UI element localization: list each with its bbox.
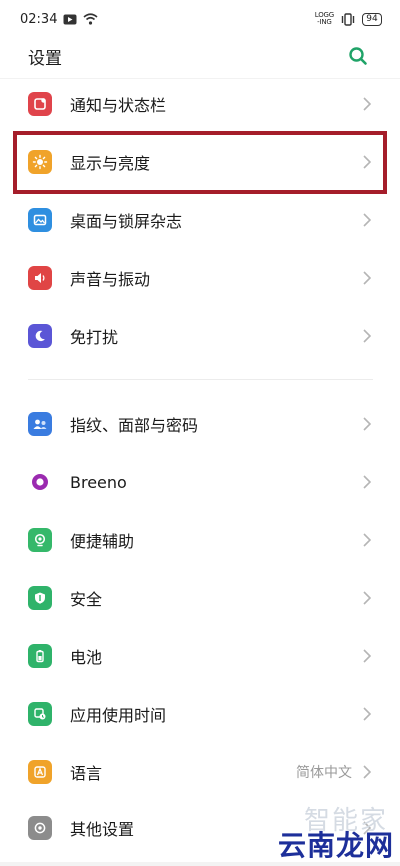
sound-icon	[28, 266, 52, 290]
vibrate-icon	[340, 12, 356, 26]
search-button[interactable]	[346, 44, 370, 68]
status-left: 02:34	[20, 12, 98, 27]
settings-item-breeno[interactable]: Breeno	[0, 453, 400, 511]
settings-item-battery[interactable]: 电池	[0, 627, 400, 685]
chevron-right-icon	[362, 648, 372, 664]
network-label-bottom: -ING	[317, 18, 332, 26]
settings-item-notifications[interactable]: 通知与状态栏	[0, 75, 400, 133]
settings-item-desktop-lockscreen[interactable]: 桌面与锁屏杂志	[0, 191, 400, 249]
status-bar: 02:34 LOGG -ING 94	[0, 0, 400, 38]
settings-item-fingerprint-face-password[interactable]: 指纹、面部与密码	[0, 395, 400, 453]
header: 设置	[0, 40, 400, 72]
chevron-right-icon	[362, 532, 372, 548]
chevron-right-icon	[362, 270, 372, 286]
settings-item-label: 桌面与锁屏杂志	[70, 212, 183, 231]
settings-item-security[interactable]: 安全	[0, 569, 400, 627]
assist-icon	[28, 528, 52, 552]
chevron-right-icon	[362, 96, 372, 112]
settings-item-label: 应用使用时间	[70, 706, 167, 725]
settings-item-label: 声音与振动	[70, 270, 151, 289]
settings-item-label: 语言	[70, 764, 103, 783]
settings-item-label: 便捷辅助	[70, 532, 135, 551]
chevron-right-icon	[362, 590, 372, 606]
battery-indicator: 94	[362, 12, 382, 26]
section-divider	[28, 379, 373, 380]
settings-item-sound-vibration[interactable]: 声音与振动	[0, 249, 400, 307]
other-settings-icon	[28, 816, 52, 840]
network-label: LOGG -ING	[315, 12, 334, 26]
fingerprint-icon	[28, 412, 52, 436]
notification-icon	[28, 92, 52, 116]
status-right: LOGG -ING 94	[315, 12, 382, 26]
wifi-icon	[83, 13, 98, 25]
status-time: 02:34	[20, 11, 58, 27]
bottom-edge	[0, 862, 400, 866]
video-icon	[63, 14, 77, 25]
language-icon	[28, 760, 52, 784]
watermark-bottom-text: 云南龙网	[277, 829, 394, 862]
chevron-right-icon	[362, 212, 372, 228]
settings-item-label: Breeno	[70, 472, 127, 492]
highlight-box	[13, 131, 387, 194]
breeno-icon	[28, 470, 52, 494]
settings-item-label: 免打扰	[70, 328, 119, 347]
chevron-right-icon	[362, 416, 372, 432]
settings-item-convenience-assist[interactable]: 便捷辅助	[0, 511, 400, 569]
search-icon	[349, 47, 367, 65]
settings-item-label: 电池	[70, 648, 103, 667]
chevron-right-icon	[362, 328, 372, 344]
app-time-icon	[28, 702, 52, 726]
settings-item-do-not-disturb[interactable]: 免打扰	[0, 307, 400, 365]
language-value: 简体中文	[296, 765, 352, 781]
wallpaper-icon	[28, 208, 52, 232]
settings-item-label: 指纹、面部与密码	[70, 416, 199, 435]
settings-item-language[interactable]: 语言 简体中文	[0, 743, 400, 801]
chevron-right-icon	[362, 474, 372, 490]
settings-item-label: 通知与状态栏	[70, 96, 167, 115]
chevron-right-icon	[362, 706, 372, 722]
shield-icon	[28, 586, 52, 610]
moon-icon	[28, 324, 52, 348]
watermark: 智能家 云南龙网	[270, 800, 400, 866]
settings-item-app-usage-time[interactable]: 应用使用时间	[0, 685, 400, 743]
page-title: 设置	[28, 48, 62, 69]
battery-icon	[28, 644, 52, 668]
chevron-right-icon	[362, 764, 372, 780]
settings-item-label: 安全	[70, 590, 103, 609]
